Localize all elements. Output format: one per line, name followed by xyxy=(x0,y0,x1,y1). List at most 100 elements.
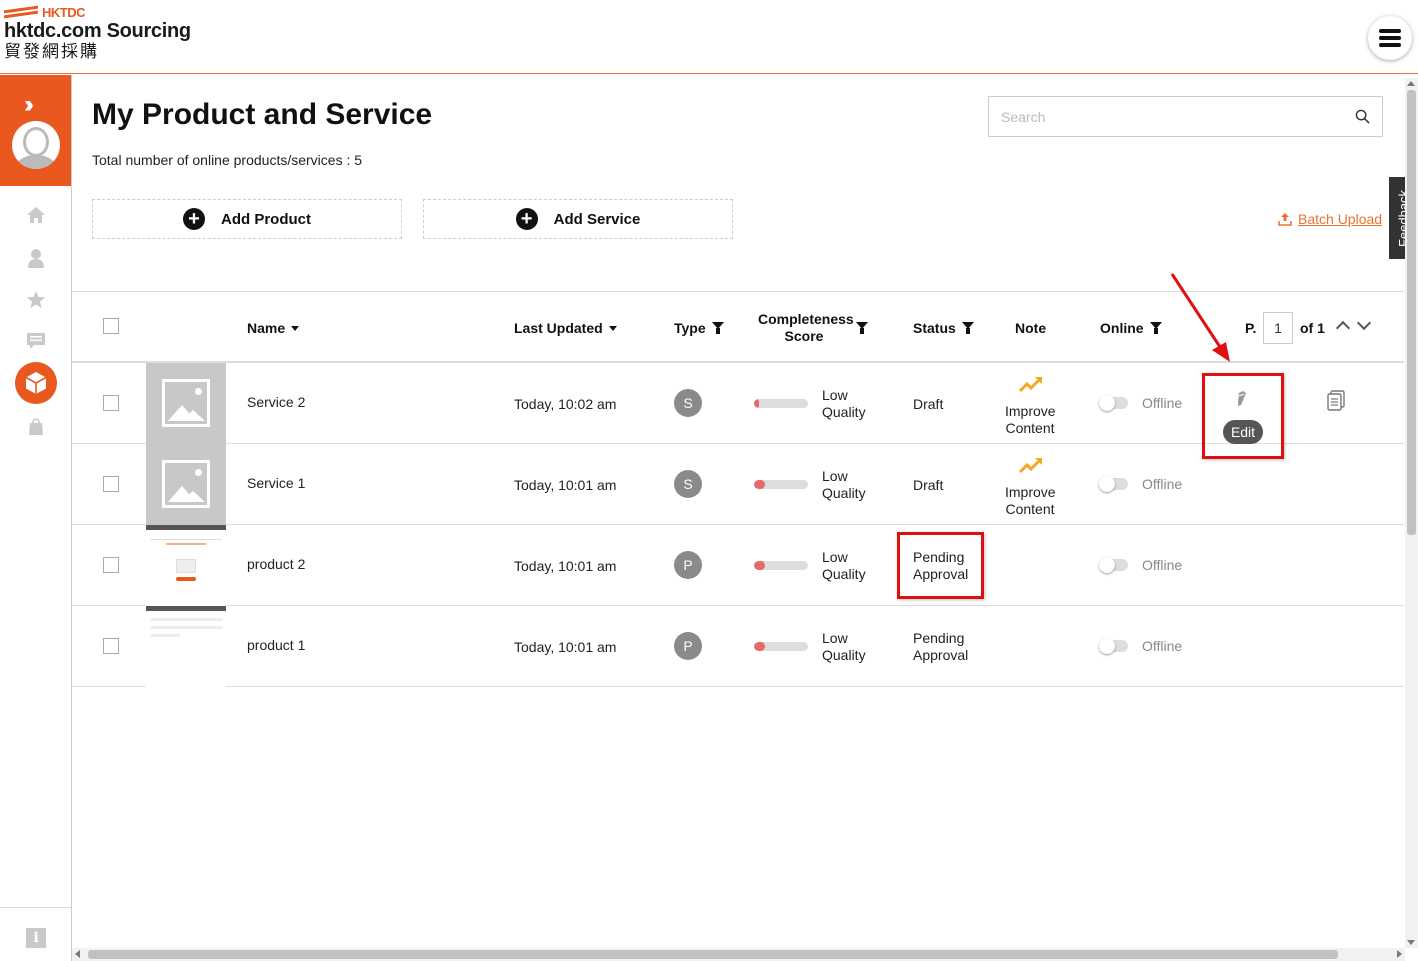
horizontal-scrollbar[interactable] xyxy=(72,948,1405,961)
product-name[interactable]: product 1 xyxy=(247,637,305,654)
expand-sidebar-icon[interactable]: ›› xyxy=(24,91,34,119)
score-label: Low Quality xyxy=(822,387,866,420)
product-thumbnail[interactable] xyxy=(146,606,226,687)
user-icon[interactable] xyxy=(24,246,48,270)
completeness-bar xyxy=(754,399,808,408)
brand-text: HKTDC xyxy=(42,4,86,20)
score-label: Low Quality xyxy=(822,549,866,582)
name-header-label: Name xyxy=(247,320,286,336)
online-status: Offline xyxy=(1142,476,1183,492)
filter-icon[interactable] xyxy=(856,322,868,334)
avatar[interactable] xyxy=(12,121,60,169)
completeness-bar xyxy=(754,480,808,489)
edit-tooltip: Edit xyxy=(1223,420,1263,444)
row-checkbox[interactable] xyxy=(103,476,119,492)
hktdc-mark-icon xyxy=(4,5,40,19)
pagination-prefix: P. xyxy=(1245,320,1257,336)
last-updated: Today, 10:01 am xyxy=(514,639,617,655)
status-text: Draft xyxy=(913,396,944,412)
chevron-up-icon[interactable] xyxy=(1335,320,1351,336)
type-badge: S xyxy=(674,470,702,498)
plus-circle-icon: + xyxy=(183,208,205,230)
search-input[interactable] xyxy=(989,97,1329,136)
completeness-bar xyxy=(754,561,808,570)
last-updated-header-label: Last Updated xyxy=(514,320,603,336)
product-name[interactable]: product 2 xyxy=(247,556,305,573)
online-column-header[interactable]: Online xyxy=(1100,320,1162,336)
batch-upload-link[interactable]: Batch Upload xyxy=(1278,211,1382,227)
vertical-scrollbar[interactable] xyxy=(1405,78,1418,948)
improve-content-link[interactable]: Improve Content xyxy=(1005,484,1056,518)
last-updated-column-header[interactable]: Last Updated xyxy=(514,320,617,336)
completeness-column-header[interactable]: Completeness Score xyxy=(758,311,868,345)
placeholder-image-icon[interactable] xyxy=(146,363,226,444)
table-row: Service 1 Today, 10:01 am S Low Quality D… xyxy=(72,444,1404,525)
online-status: Offline xyxy=(1142,638,1183,654)
online-status: Offline xyxy=(1142,395,1183,411)
online-toggle[interactable] xyxy=(1099,476,1128,492)
type-header-label: Type xyxy=(674,320,706,336)
shopping-bag-icon[interactable] xyxy=(24,415,48,439)
product-cube-icon[interactable] xyxy=(15,362,57,404)
last-updated: Today, 10:01 am xyxy=(514,477,617,493)
hktdc-logo[interactable]: HKTDC hktdc.com Sourcing 貿發網採購 xyxy=(4,4,191,62)
sidebar: ›› i xyxy=(0,75,72,961)
row-checkbox[interactable] xyxy=(103,638,119,654)
page-title: My Product and Service xyxy=(92,98,433,131)
add-product-button[interactable]: + Add Product xyxy=(92,199,402,239)
product-thumbnail[interactable] xyxy=(146,525,226,606)
score-label: Low Quality xyxy=(822,630,866,663)
filter-icon[interactable] xyxy=(961,322,974,334)
last-updated: Today, 10:02 am xyxy=(514,396,617,412)
completeness-header-label: Completeness Score xyxy=(758,311,854,344)
batch-upload-label: Batch Upload xyxy=(1298,211,1383,227)
type-badge: P xyxy=(674,551,702,579)
row-checkbox[interactable] xyxy=(103,557,119,573)
product-name[interactable]: Service 2 xyxy=(247,394,305,411)
top-header: HKTDC hktdc.com Sourcing 貿發網採購 xyxy=(0,0,1418,74)
search-icon[interactable] xyxy=(1355,109,1370,124)
name-column-header[interactable]: Name xyxy=(247,320,300,336)
message-icon[interactable] xyxy=(24,329,48,353)
sort-down-icon xyxy=(608,325,617,331)
chevron-down-icon[interactable] xyxy=(1356,315,1372,331)
copy-icon[interactable] xyxy=(1326,390,1346,412)
type-column-header[interactable]: Type xyxy=(674,320,724,336)
product-name[interactable]: Service 1 xyxy=(247,475,305,492)
placeholder-image-icon[interactable] xyxy=(146,444,226,525)
trending-up-icon[interactable] xyxy=(1018,375,1044,393)
trending-up-icon[interactable] xyxy=(1018,456,1044,474)
plus-circle-icon: + xyxy=(515,208,538,230)
completeness-bar xyxy=(754,642,808,651)
status-column-header[interactable]: Status xyxy=(913,320,974,336)
online-toggle[interactable] xyxy=(1099,557,1128,573)
info-icon[interactable]: i xyxy=(26,928,46,948)
add-service-label: Add Service xyxy=(553,210,641,228)
status-header-label: Status xyxy=(913,320,956,336)
online-toggle[interactable] xyxy=(1099,638,1128,654)
hamburger-menu-button[interactable] xyxy=(1368,16,1412,60)
score-label: Low Quality xyxy=(822,468,866,501)
sort-down-icon xyxy=(291,325,300,331)
online-status: Offline xyxy=(1142,557,1183,573)
search-box xyxy=(988,96,1383,137)
home-icon[interactable] xyxy=(24,203,48,227)
site-name: hktdc.com Sourcing xyxy=(4,20,191,42)
select-all-checkbox[interactable] xyxy=(103,318,119,334)
row-checkbox[interactable] xyxy=(103,395,119,411)
status-text: Draft xyxy=(913,477,944,493)
note-column-header: Note xyxy=(1015,320,1046,336)
pagination-suffix: of 1 xyxy=(1300,320,1325,336)
add-service-button[interactable]: + Add Service xyxy=(423,199,733,239)
annotation-arrow-icon xyxy=(1170,273,1230,362)
online-toggle[interactable] xyxy=(1099,395,1128,411)
upload-icon xyxy=(1278,213,1292,226)
star-icon[interactable] xyxy=(24,288,48,312)
filter-icon[interactable] xyxy=(711,322,724,334)
table-row: product 1 Today, 10:01 am P Low Quality P… xyxy=(72,606,1404,687)
pencil-edit-icon[interactable] xyxy=(1237,390,1247,410)
status-text: Pending Approval xyxy=(913,630,969,663)
status-highlight-box xyxy=(897,532,984,599)
improve-content-link[interactable]: Improve Content xyxy=(1005,403,1056,437)
page-number-input[interactable]: 1 xyxy=(1263,312,1293,344)
